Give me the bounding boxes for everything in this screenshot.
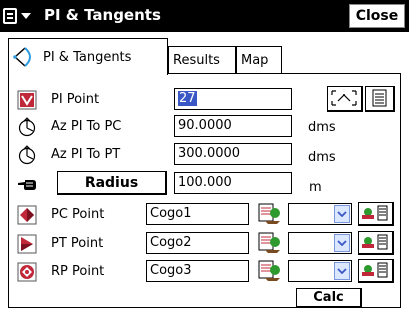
chevron-down-icon: [334, 262, 350, 280]
title-bar: PI & Tangents Close: [0, 0, 409, 32]
chevron-down-icon: [334, 205, 350, 223]
az-pi-pt-unit: dms: [308, 150, 336, 165]
tab-label: Map: [241, 53, 269, 68]
pi-point-input[interactable]: 27: [174, 88, 292, 110]
point-picker-icon[interactable]: [257, 260, 283, 282]
pc-point-row: PC Point Cogo1: [9, 202, 400, 227]
point-list-icon: [362, 234, 388, 250]
pt-point-row: PT Point Cogo2: [9, 231, 400, 256]
chevron-down-icon: [21, 13, 31, 19]
tab-label: Results: [173, 53, 220, 68]
pi-point-row: PI Point 27: [9, 86, 400, 112]
point-list-icon: [362, 262, 388, 278]
pt-point-icon: [17, 234, 37, 254]
pi-point-label: PI Point: [51, 92, 100, 107]
radius-unit: m: [309, 180, 322, 195]
pc-point-dropdown[interactable]: [288, 203, 352, 225]
list-icon: [372, 89, 387, 107]
az-pi-pc-input[interactable]: 90.0000: [174, 115, 292, 137]
map-select-icon: [331, 90, 357, 106]
az-pi-pc-unit: dms: [308, 120, 336, 135]
radius-row: Radius 100.000 m: [9, 171, 400, 196]
pc-point-label: PC Point: [51, 207, 105, 222]
tab-pi-tangents[interactable]: PI & Tangents: [8, 38, 168, 75]
az-pi-pc-label: Az PI To PC: [51, 119, 122, 134]
az-pi-pt-row: Az PI To PT 300.0000 dms: [9, 143, 400, 167]
calc-button[interactable]: Calc: [296, 288, 362, 308]
close-button[interactable]: Close: [349, 4, 405, 28]
az-pi-pt-input[interactable]: 300.0000: [174, 143, 292, 165]
pt-point-list-button[interactable]: [358, 231, 394, 255]
pc-point-list-button[interactable]: [358, 202, 394, 226]
list-button[interactable]: [365, 86, 395, 112]
pointing-hand-icon: [18, 180, 36, 190]
tab-bar: PI & Tangents Results Map: [0, 38, 409, 75]
azimuth-icon: [18, 145, 36, 165]
rp-point-input[interactable]: Cogo3: [146, 260, 249, 282]
rp-point-icon: [17, 262, 37, 282]
point-picker-icon[interactable]: [257, 203, 283, 225]
pc-point-icon: [17, 205, 37, 225]
azimuth-icon: [18, 117, 36, 137]
window-title: PI & Tangents: [44, 6, 161, 24]
rp-point-row: RP Point Cogo3: [9, 259, 400, 284]
rp-point-list-button[interactable]: [358, 259, 394, 283]
radius-option-button[interactable]: Radius: [57, 171, 167, 195]
pt-point-label: PT Point: [51, 236, 104, 251]
curve-icon: [13, 47, 31, 67]
form-panel: PI Point 27 Az PI To PC 90.0000 dms Az P…: [8, 73, 401, 308]
map-select-button[interactable]: [327, 86, 363, 112]
radius-input[interactable]: 100.000: [174, 172, 292, 194]
point-icon: [17, 90, 37, 110]
tab-results[interactable]: Results: [168, 46, 236, 74]
az-pi-pt-label: Az PI To PT: [51, 147, 121, 162]
point-list-icon: [362, 205, 388, 221]
pc-point-input[interactable]: Cogo1: [146, 203, 249, 225]
chevron-down-icon: [334, 234, 350, 252]
rp-point-label: RP Point: [51, 264, 105, 279]
pt-point-dropdown[interactable]: [288, 232, 352, 254]
tab-label: PI & Tangents: [43, 49, 132, 65]
tab-map[interactable]: Map: [236, 46, 282, 74]
start-menu-button[interactable]: [3, 4, 43, 28]
pt-point-input[interactable]: Cogo2: [146, 232, 249, 254]
rp-point-dropdown[interactable]: [288, 260, 352, 282]
point-picker-icon[interactable]: [257, 232, 283, 254]
menu-icon: [3, 8, 17, 24]
az-pi-pc-row: Az PI To PC 90.0000 dms: [9, 115, 400, 139]
